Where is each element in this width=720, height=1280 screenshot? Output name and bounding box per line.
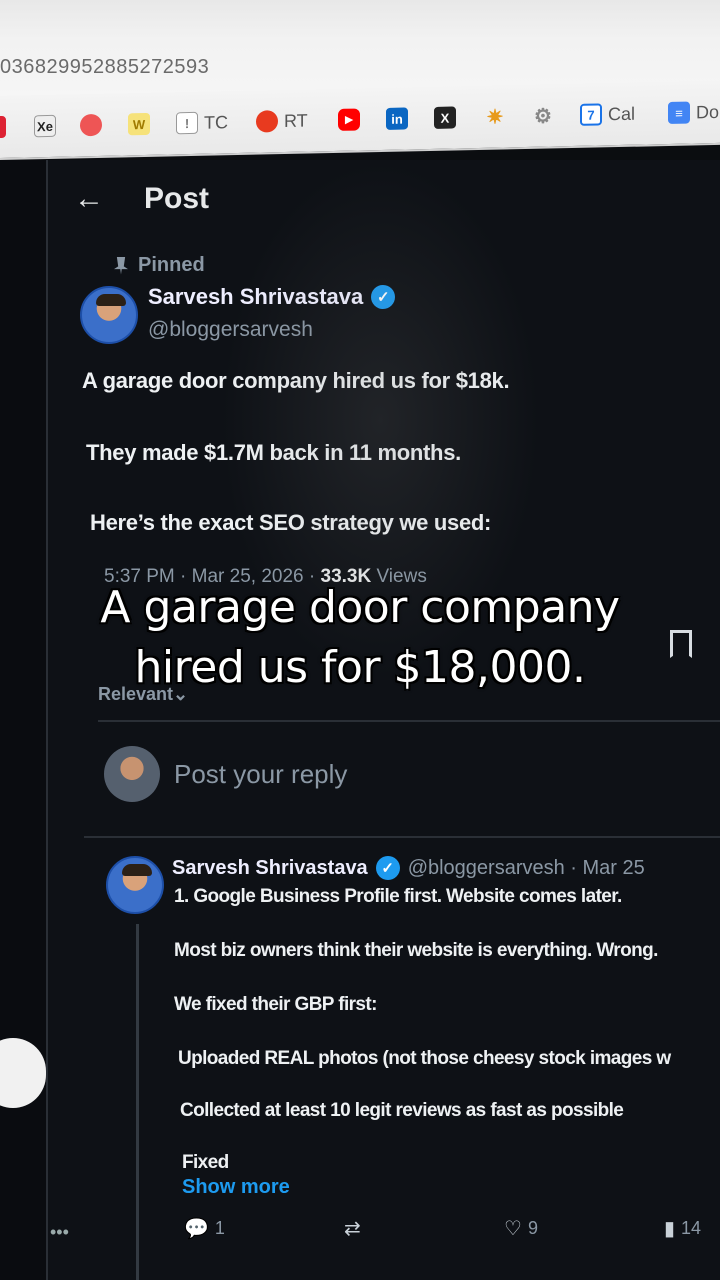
post-author: Sarvesh Shrivastava ✓ @bloggersarvesh	[148, 284, 396, 342]
bookmark-rt[interactable]: RT	[256, 108, 308, 135]
show-more-link[interactable]: Show more	[182, 1176, 290, 1199]
reply-author-avatar[interactable]	[106, 856, 164, 914]
bookmark-cal-label: Cal	[608, 103, 636, 124]
like-button[interactable]: ♡ 9	[504, 1216, 538, 1241]
reply-header: Sarvesh Shrivastava ✓ @bloggersarvesh · …	[172, 856, 645, 880]
comment-icon: 💬	[184, 1218, 209, 1240]
puzzle-icon	[0, 115, 6, 139]
thread-connector-line	[136, 924, 139, 1280]
reply-count: 1	[214, 1218, 225, 1238]
reply-text-line: We fixed their GBP first:	[174, 994, 377, 1015]
pinned-label: Pinned	[138, 254, 205, 276]
left-navigation-rail	[0, 160, 48, 1280]
docs-icon: ≡	[668, 101, 690, 125]
user-avatar	[104, 746, 160, 802]
bookmark-x[interactable]: X	[434, 104, 456, 130]
bookmark-w[interactable]: W	[128, 111, 150, 137]
bar-chart-icon: ▮	[664, 1218, 676, 1240]
reply-text-line: Most biz owners think their website is e…	[174, 940, 658, 961]
post-header: ← Post	[74, 182, 209, 216]
author-avatar[interactable]	[80, 286, 138, 344]
author-name-row[interactable]: Sarvesh Shrivastava ✓	[148, 284, 396, 310]
repost-button[interactable]: ⇄	[344, 1216, 361, 1241]
bookmark-tc-label: TC	[204, 111, 228, 133]
openai-icon: ⚙	[534, 104, 552, 128]
bookmark-orange[interactable]	[80, 112, 102, 138]
bookmark-docs[interactable]: ≡ Do	[668, 99, 719, 126]
page-title: Post	[144, 182, 210, 215]
bookmark-tc[interactable]: ! TC	[176, 109, 228, 136]
spark-icon: ✷	[486, 105, 504, 129]
bookmark-openai[interactable]: ⚙	[532, 102, 554, 128]
views-button[interactable]: ▮ 14	[664, 1216, 701, 1241]
calendar-icon: 7	[580, 103, 602, 126]
reply-text-line: 1. Google Business Profile first. Websit…	[174, 886, 622, 907]
bookmarks-bar: Xe W ! TC RT ▶ in X ✷ ⚙ 7 Cal ≡ Do	[0, 80, 720, 160]
x-app: ••• ← Post Pinned Sarvesh Shrivastava ✓ …	[0, 160, 720, 1280]
post-text-line: They made $1.7M back in 11 months.	[86, 440, 461, 465]
reply-text-line: Collected at least 10 legit reviews as f…	[180, 1100, 624, 1121]
bookmark-spark[interactable]: ✷	[484, 103, 506, 129]
bookmark-youtube[interactable]: ▶	[338, 106, 360, 132]
reply-button[interactable]: 💬 1	[184, 1216, 225, 1241]
reply-text-line: Uploaded REAL photos (not those cheesy s…	[178, 1048, 671, 1069]
video-caption: A garage door company hired us for $18,0…	[0, 578, 720, 698]
post-column: ← Post Pinned Sarvesh Shrivastava ✓ @blo…	[48, 160, 720, 1280]
bookmark-rt-label: RT	[284, 110, 308, 131]
bookmark-docs-label: Do	[696, 101, 720, 122]
url-text[interactable]: 036829952885272593	[0, 56, 209, 79]
author-handle[interactable]: @bloggersarvesh	[148, 318, 395, 342]
caption-line-2: hired us for $18,000.	[134, 642, 586, 693]
pin-icon	[114, 256, 128, 275]
reply-text-line: Fixed	[182, 1152, 229, 1173]
caption-line-1: A garage door company	[100, 582, 620, 633]
reply-handle-date[interactable]: @bloggersarvesh · Mar 25	[408, 857, 645, 880]
pinned-indicator: Pinned	[114, 254, 205, 277]
tc-icon: !	[176, 111, 198, 135]
back-arrow-icon[interactable]: ←	[74, 182, 104, 216]
author-name[interactable]: Sarvesh Shrivastava	[148, 284, 363, 310]
x-icon: X	[434, 106, 456, 129]
reply-action-bar: 💬 1 ⇄ ♡ 9 ▮ 14	[184, 1216, 720, 1250]
verified-badge-icon: ✓	[371, 285, 396, 309]
verified-badge-icon: ✓	[375, 856, 400, 880]
divider	[84, 836, 720, 838]
bookmark-puzzle[interactable]	[0, 114, 6, 140]
linkedin-icon: in	[386, 107, 408, 130]
divider	[98, 720, 720, 722]
orange-circle-icon	[80, 113, 102, 137]
post-text-line: Here’s the exact SEO strategy we used:	[90, 510, 492, 535]
bookmark-linkedin[interactable]: in	[386, 105, 408, 131]
like-count: 9	[527, 1218, 538, 1238]
youtube-icon: ▶	[338, 108, 360, 131]
w-icon: W	[128, 112, 150, 136]
tomato-icon	[256, 110, 278, 133]
reply-input[interactable]: Post your reply	[174, 759, 347, 790]
heart-icon: ♡	[504, 1218, 522, 1240]
xe-icon: Xe	[34, 114, 56, 138]
reply-author-name[interactable]: Sarvesh Shrivastava	[172, 857, 368, 880]
post-text-line: A garage door company hired us for $18k.	[82, 368, 510, 393]
reply-views-count: 14	[681, 1218, 702, 1238]
reply-composer[interactable]: Post your reply	[104, 746, 347, 802]
repost-icon: ⇄	[344, 1218, 361, 1240]
bookmark-xe[interactable]: Xe	[34, 113, 56, 139]
bookmark-calendar[interactable]: 7 Cal	[580, 101, 635, 128]
